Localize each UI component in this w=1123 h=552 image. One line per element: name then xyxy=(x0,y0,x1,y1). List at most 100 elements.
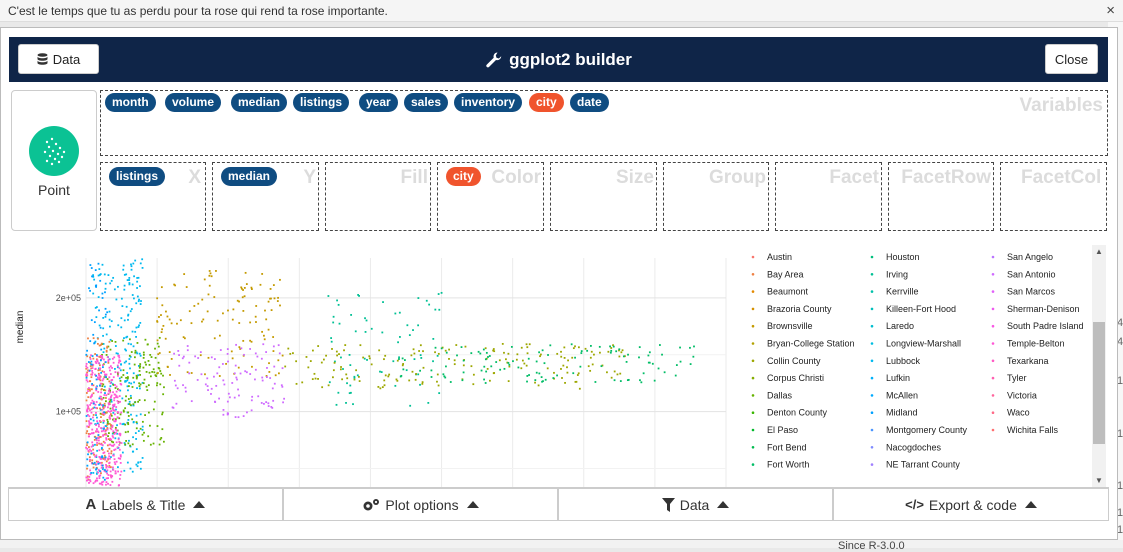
data-point xyxy=(141,433,144,436)
variable-pill-month[interactable]: month xyxy=(105,93,156,112)
close-button[interactable]: Close xyxy=(1045,44,1098,74)
data-point xyxy=(206,310,209,313)
data-point xyxy=(401,357,404,360)
scroll-down-icon[interactable]: ▼ xyxy=(1092,474,1106,488)
data-point xyxy=(117,361,120,364)
aes-pill-city[interactable]: city xyxy=(446,167,481,186)
close-icon[interactable]: × xyxy=(1106,0,1115,22)
data-point xyxy=(262,343,265,346)
data-point xyxy=(225,362,227,365)
data-point xyxy=(90,411,93,414)
data-point xyxy=(118,444,121,446)
data-point xyxy=(90,363,93,366)
data-point xyxy=(245,371,248,374)
data-point xyxy=(109,443,112,446)
data-point xyxy=(119,462,122,464)
aes-dropzone-facetrow[interactable]: FacetRow xyxy=(888,162,994,231)
data-point xyxy=(238,394,240,397)
data-point xyxy=(92,402,95,405)
data-point xyxy=(118,356,121,359)
data-point xyxy=(94,353,97,355)
data-point xyxy=(134,259,137,262)
data-button[interactable]: Data xyxy=(18,44,99,74)
data-point xyxy=(86,458,89,461)
variable-pill-listings[interactable]: listings xyxy=(293,93,350,112)
data-point xyxy=(134,351,137,354)
plot-scrollbar[interactable]: ▲ ▼ xyxy=(1092,245,1106,488)
data-point xyxy=(97,462,100,465)
data-point xyxy=(352,403,354,406)
scrollbar-thumb[interactable] xyxy=(1093,322,1105,444)
data-point xyxy=(139,321,142,324)
data-point xyxy=(227,392,230,395)
data-point xyxy=(110,456,112,458)
data-point xyxy=(362,356,365,359)
aes-dropzone-facet[interactable]: Facet xyxy=(775,162,882,231)
data-point xyxy=(135,427,138,430)
aes-dropzone-size[interactable]: Size xyxy=(550,162,657,231)
data-point xyxy=(273,297,276,300)
data-point xyxy=(115,298,118,301)
data-point xyxy=(210,275,213,278)
aes-dropzone-color[interactable]: Color city xyxy=(437,162,544,231)
data-point xyxy=(108,310,111,313)
data-point xyxy=(619,372,622,375)
data-point xyxy=(139,285,141,288)
data-filter-button[interactable]: Data xyxy=(558,488,833,521)
data-point xyxy=(119,422,122,425)
data-point xyxy=(126,461,129,464)
aes-dropzone-fill[interactable]: Fill xyxy=(325,162,431,231)
data-point xyxy=(91,462,94,465)
geom-selector[interactable]: Point xyxy=(11,90,97,231)
variable-pill-sales[interactable]: sales xyxy=(404,93,449,112)
variable-pill-year[interactable]: year xyxy=(359,93,398,112)
variable-pill-median[interactable]: median xyxy=(231,93,288,112)
data-point xyxy=(464,345,467,348)
data-point xyxy=(584,347,587,350)
data-point xyxy=(131,443,134,446)
variable-pill-date[interactable]: date xyxy=(570,93,609,112)
export-code-button[interactable]: </> Export & code xyxy=(833,488,1109,521)
data-point xyxy=(105,333,108,336)
aes-pill-median[interactable]: median xyxy=(221,167,278,186)
data-point xyxy=(132,450,135,453)
data-point xyxy=(277,359,280,362)
wrench-icon xyxy=(486,52,502,67)
data-point xyxy=(692,355,695,358)
data-point xyxy=(159,383,162,386)
data-point xyxy=(101,483,104,486)
data-point xyxy=(124,431,127,434)
labels-title-button[interactable]: A Labels & Title xyxy=(8,488,283,521)
data-point xyxy=(483,365,486,368)
data-point xyxy=(106,444,109,447)
scroll-up-icon[interactable]: ▲ xyxy=(1092,245,1106,259)
aes-dropzone-group[interactable]: Group xyxy=(663,162,769,231)
data-point xyxy=(411,370,414,373)
data-point xyxy=(265,318,268,321)
data-point xyxy=(105,349,108,352)
data-point xyxy=(128,279,131,281)
data-point xyxy=(101,448,104,451)
data-point xyxy=(142,366,145,369)
variable-pill-city[interactable]: city xyxy=(529,93,564,112)
data-point xyxy=(272,336,275,338)
data-point xyxy=(128,358,131,360)
data-point xyxy=(129,444,131,447)
variables-dropzone[interactable]: Variables month volume median listings y… xyxy=(100,90,1108,156)
data-point xyxy=(95,316,98,319)
data-point xyxy=(553,371,555,374)
legend-key xyxy=(991,411,995,414)
data-point xyxy=(99,461,102,464)
data-point xyxy=(99,344,102,346)
data-point xyxy=(99,382,102,385)
data-point xyxy=(120,297,123,300)
data-point xyxy=(517,366,520,369)
plot-options-button[interactable]: Plot options xyxy=(283,488,558,521)
aes-dropzone-y[interactable]: Y median xyxy=(212,162,319,231)
aes-dropzone-facetcol[interactable]: FacetCol xyxy=(1000,162,1107,231)
variable-pill-inventory[interactable]: inventory xyxy=(454,93,523,112)
aes-pill-listings[interactable]: listings xyxy=(109,167,166,186)
data-point xyxy=(578,387,581,390)
variable-pill-volume[interactable]: volume xyxy=(165,93,222,112)
aes-dropzone-x[interactable]: X listings xyxy=(100,162,206,231)
